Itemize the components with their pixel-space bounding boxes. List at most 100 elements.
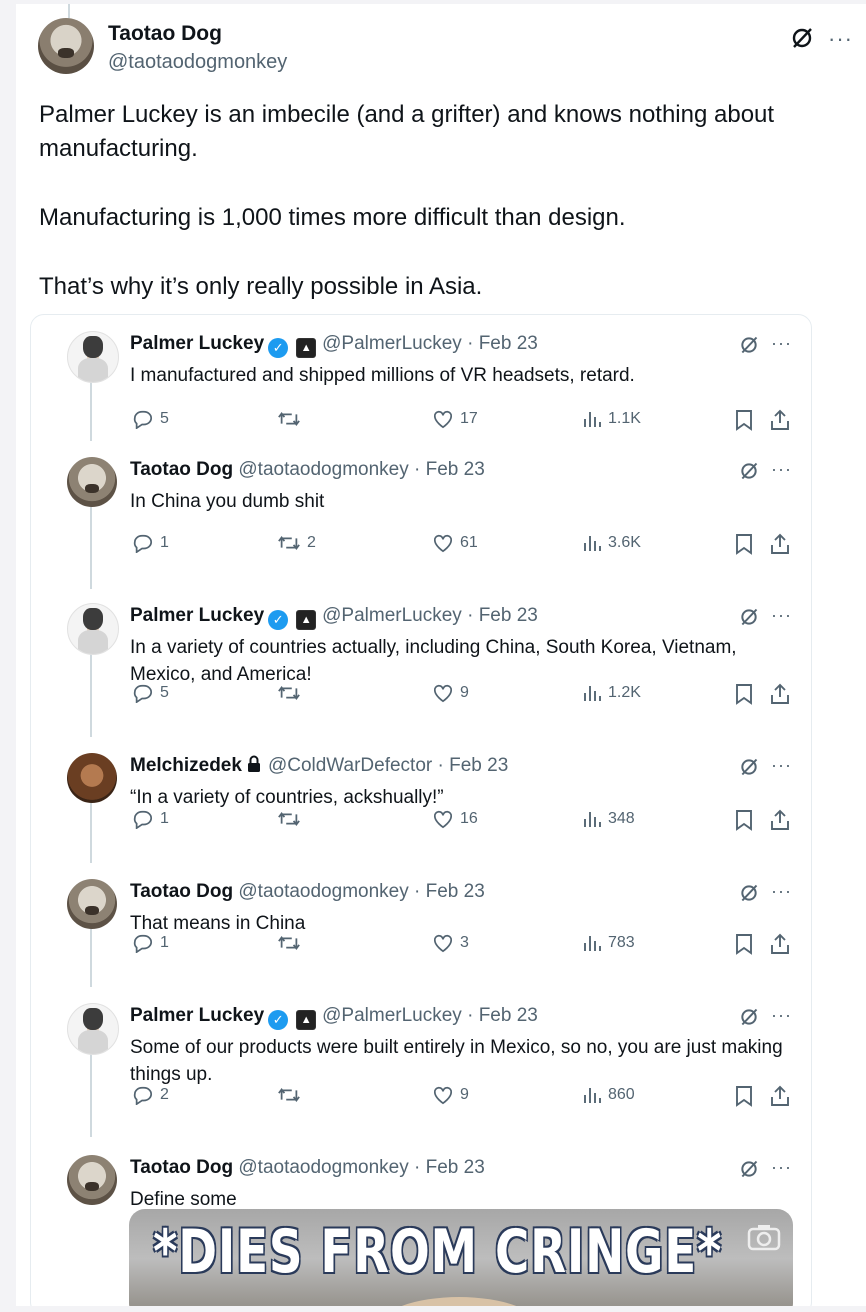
grok-icon[interactable] (739, 757, 759, 782)
grok-icon[interactable] (739, 335, 759, 360)
author-handle[interactable]: @PalmerLuckey (322, 1005, 462, 1026)
author-name[interactable]: Palmer Luckey (130, 333, 264, 354)
timestamp[interactable]: · Feb 23 (414, 1157, 485, 1178)
share-button[interactable] (770, 409, 790, 431)
timestamp[interactable]: · Feb 23 (467, 333, 538, 354)
avatar[interactable] (67, 457, 117, 507)
view-count: 1.1K (608, 410, 641, 427)
avatar[interactable] (67, 753, 117, 803)
grok-icon[interactable] (739, 1159, 759, 1184)
affiliate-badge-icon[interactable]: ▲ (296, 610, 317, 630)
action-bar: 1 3 783 (130, 933, 810, 959)
repost-button[interactable] (277, 409, 307, 429)
author-name[interactable]: Melchizedek (130, 755, 242, 776)
timestamp[interactable]: · Feb 23 (414, 881, 485, 902)
views-button[interactable]: 783 (582, 933, 635, 953)
thread-line (90, 375, 92, 441)
timestamp[interactable]: · Feb 23 (414, 459, 485, 480)
author-name[interactable]: Taotao Dog (130, 1157, 233, 1178)
author-name[interactable]: Palmer Luckey (130, 605, 264, 626)
more-options-icon[interactable]: ··· (771, 1157, 792, 1178)
reply-button[interactable]: 1 (132, 533, 169, 553)
repost-button[interactable] (277, 933, 307, 953)
author-handle[interactable]: @taotaodogmonkey (238, 881, 408, 902)
grok-icon[interactable] (739, 883, 759, 908)
bookmark-button[interactable] (734, 809, 754, 831)
reply-button[interactable]: 5 (132, 683, 169, 703)
like-button[interactable]: 17 (432, 409, 478, 429)
repost-button[interactable] (277, 809, 307, 829)
author-handle[interactable]: @ColdWarDefector (268, 755, 432, 776)
share-button[interactable] (770, 809, 790, 831)
bookmark-button[interactable] (734, 1085, 754, 1107)
repost-button[interactable]: 2 (277, 533, 316, 553)
more-options-icon[interactable]: ··· (771, 1005, 792, 1026)
grok-icon[interactable] (739, 461, 759, 486)
avatar[interactable] (67, 603, 119, 655)
quoted-thread[interactable]: Palmer Luckey ✓ ▲ @PalmerLuckey · Feb 23 ··… (30, 314, 812, 1306)
more-options-icon[interactable]: ··· (828, 26, 853, 52)
like-button[interactable]: 9 (432, 683, 469, 703)
reply-icon (132, 533, 154, 553)
reply-button[interactable]: 1 (132, 933, 169, 953)
author-name[interactable]: Taotao Dog (130, 881, 233, 902)
more-options-icon[interactable]: ··· (771, 333, 792, 354)
more-options-icon[interactable]: ··· (771, 881, 792, 902)
post-paragraph: Manufacturing is 1,000 times more diffic… (39, 204, 626, 231)
bookmark-button[interactable] (734, 683, 754, 705)
affiliate-badge-icon[interactable]: ▲ (296, 1010, 317, 1030)
views-icon (582, 409, 602, 429)
thread-line (90, 921, 92, 987)
author-name[interactable]: Taotao Dog (130, 459, 233, 480)
like-button[interactable]: 16 (432, 809, 478, 829)
repost-button[interactable] (277, 683, 307, 703)
more-options-icon[interactable]: ··· (771, 605, 792, 626)
avatar[interactable] (38, 18, 94, 74)
views-button[interactable]: 1.1K (582, 409, 641, 429)
author-handle[interactable]: @taotaodogmonkey (238, 1157, 408, 1178)
like-button[interactable]: 61 (432, 533, 478, 553)
reply-icon (132, 409, 154, 429)
views-button[interactable]: 348 (582, 809, 635, 829)
grok-icon[interactable] (790, 26, 814, 55)
avatar[interactable] (67, 331, 119, 383)
views-button[interactable]: 1.2K (582, 683, 641, 703)
share-button[interactable] (770, 1085, 790, 1107)
grok-icon[interactable] (739, 607, 759, 632)
timestamp[interactable]: · Feb 23 (438, 755, 509, 776)
reply-button[interactable]: 5 (132, 409, 169, 429)
gif-face-image (379, 1297, 539, 1306)
bookmark-button[interactable] (734, 933, 754, 955)
more-options-icon[interactable]: ··· (771, 459, 792, 480)
gif-media[interactable]: *DIES FROM CRINGE* (129, 1209, 793, 1306)
author-handle[interactable]: @PalmerLuckey (322, 333, 462, 354)
thread-line (90, 649, 92, 737)
avatar[interactable] (67, 1155, 117, 1205)
share-button[interactable] (770, 533, 790, 555)
avatar[interactable] (67, 879, 117, 929)
like-button[interactable]: 3 (432, 933, 469, 953)
views-button[interactable]: 3.6K (582, 533, 641, 553)
grok-icon[interactable] (739, 1007, 759, 1032)
affiliate-badge-icon[interactable]: ▲ (296, 338, 317, 358)
reply-button[interactable]: 1 (132, 809, 169, 829)
author-handle[interactable]: @PalmerLuckey (322, 605, 462, 626)
author-name[interactable]: Taotao Dog (108, 22, 222, 46)
share-button[interactable] (770, 683, 790, 705)
views-button[interactable]: 860 (582, 1085, 635, 1105)
bookmark-button[interactable] (734, 533, 754, 555)
share-button[interactable] (770, 933, 790, 955)
reply-button[interactable]: 2 (132, 1085, 169, 1105)
author-handle[interactable]: @taotaodogmonkey (238, 459, 408, 480)
repost-button[interactable] (277, 1085, 307, 1105)
author-handle[interactable]: @taotaodogmonkey (108, 51, 287, 74)
avatar[interactable] (67, 1003, 119, 1055)
like-button[interactable]: 9 (432, 1085, 469, 1105)
timestamp[interactable]: · Feb 23 (467, 1005, 538, 1026)
like-count: 16 (460, 810, 478, 827)
bookmark-button[interactable] (734, 409, 754, 431)
author-name[interactable]: Palmer Luckey (130, 1005, 264, 1026)
timestamp[interactable]: · Feb 23 (467, 605, 538, 626)
action-bar: 5 17 1.1K (130, 409, 810, 435)
more-options-icon[interactable]: ··· (771, 755, 792, 776)
